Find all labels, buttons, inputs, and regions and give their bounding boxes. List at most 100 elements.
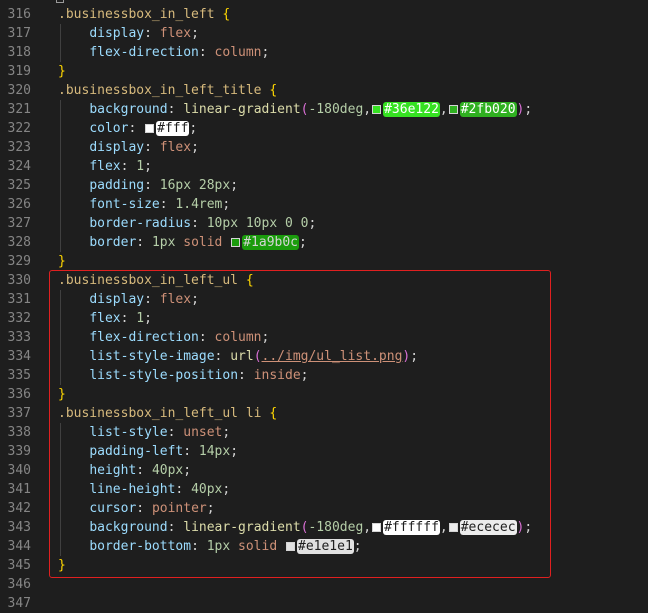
line-number: 329 — [7, 254, 31, 269]
color-swatch-icon[interactable] — [145, 124, 155, 133]
line-number: 340 — [7, 463, 31, 478]
color-swatch-icon[interactable] — [448, 105, 458, 114]
code-line[interactable]: 335 list-style-position: inside; — [0, 366, 648, 385]
token-punct: ; — [353, 539, 362, 554]
code-line[interactable]: 324 flex: 1; — [0, 157, 648, 176]
token-colon: : — [198, 45, 215, 60]
code-line[interactable]: 346 — [0, 575, 648, 594]
token-num: 1px — [151, 235, 176, 250]
code-line[interactable]: 336} — [0, 385, 648, 404]
code-line[interactable]: 342 cursor: pointer; — [0, 499, 648, 518]
token-colon: : — [136, 235, 152, 250]
token-colon: : — [198, 330, 215, 345]
code-line[interactable]: 339 padding-left: 14px; — [0, 442, 648, 461]
color-swatch-icon[interactable] — [231, 238, 241, 247]
token-punct — [58, 178, 89, 193]
code-lines: 316 .businessbox_in_left {317 display: fl… — [0, 5, 648, 613]
code-line[interactable]: 322 color: #fff; — [0, 119, 648, 138]
token-colon: : — [191, 216, 207, 231]
token-link: ../img/ul_list.png — [261, 349, 403, 364]
line-number: 326 — [7, 197, 31, 212]
token-brace: } — [58, 254, 66, 269]
token-prop: font-size — [89, 197, 160, 212]
code-editor[interactable]: 316 .businessbox_in_left {317 display: fl… — [0, 0, 648, 611]
token-punct — [58, 482, 89, 497]
code-line[interactable]: 320 .businessbox_in_left_title { — [0, 81, 648, 100]
code-line[interactable]: 326 font-size: 1.4rem; — [0, 195, 648, 214]
token-punct — [58, 140, 89, 155]
code-line[interactable]: 337 .businessbox_in_left_ul li { — [0, 404, 648, 423]
line-number: 328 — [7, 235, 31, 250]
code-line[interactable]: 344 border-bottom: 1px solid #e1e1e1; — [0, 537, 648, 556]
code-text: } — [58, 385, 66, 404]
color-swatch-icon[interactable] — [372, 105, 382, 114]
color-value: #36e122 — [383, 102, 440, 117]
code-text: height: 40px; — [58, 461, 191, 480]
token-colon: : — [120, 159, 137, 174]
token-prop: line-height — [89, 482, 176, 497]
token-selector: .businessbox_in_left — [58, 7, 215, 22]
color-swatch-icon[interactable] — [372, 523, 382, 532]
token-num: 10px 10px 0 0 — [206, 216, 309, 231]
code-line[interactable]: 319} — [0, 62, 648, 81]
code-line[interactable]: 321 background: linear-gradient(-180deg,… — [0, 100, 648, 119]
token-punct: ; — [206, 501, 215, 516]
code-text: border-bottom: 1px solid #e1e1e1; — [58, 537, 362, 556]
token-selector: .businessbox_in_left_ul li — [58, 406, 262, 421]
token-punct — [58, 501, 89, 516]
token-colon: : — [191, 539, 207, 554]
token-punct — [222, 235, 230, 250]
color-swatch-icon[interactable] — [448, 523, 458, 532]
token-val: unset — [183, 425, 223, 440]
code-line[interactable]: 330 .businessbox_in_left_ul { — [0, 271, 648, 290]
line-number: 347 — [7, 596, 31, 611]
token-fn: linear-gradient — [183, 520, 301, 535]
token-punct: , — [439, 520, 448, 535]
code-text: background: linear-gradient(-180deg, #fff… — [58, 518, 532, 537]
token-brace: { — [245, 273, 254, 288]
code-line[interactable]: 338 list-style: unset; — [0, 423, 648, 442]
code-line[interactable]: 327 border-radius: 10px 10px 0 0; — [0, 214, 648, 233]
token-colon: : — [214, 349, 231, 364]
code-line[interactable]: 341 line-height: 40px; — [0, 480, 648, 499]
code-line[interactable]: 347 — [0, 594, 648, 613]
code-line[interactable]: 340 height: 40px; — [0, 461, 648, 480]
code-line[interactable]: 329} — [0, 252, 648, 271]
token-punct — [58, 444, 89, 459]
token-punct — [230, 539, 238, 554]
code-line[interactable]: 334 list-style-image: url(../img/ul_list… — [0, 347, 648, 366]
code-line[interactable]: 317 display: flex; — [0, 24, 648, 43]
code-line[interactable]: 343 background: linear-gradient(-180deg,… — [0, 518, 648, 537]
code-line[interactable]: 332 flex: 1; — [0, 309, 648, 328]
code-line[interactable]: 323 display: flex; — [0, 138, 648, 157]
token-punct — [58, 197, 89, 212]
line-number: 334 — [7, 349, 31, 364]
token-punct: , — [439, 102, 448, 117]
code-text: .businessbox_in_left_title { — [58, 81, 277, 100]
token-punct: ; — [524, 102, 533, 117]
token-punct — [58, 311, 89, 326]
code-text: flex: 1; — [58, 309, 152, 328]
token-brace: } — [58, 558, 66, 573]
line-number: 343 — [7, 520, 31, 535]
code-line[interactable]: 328 border: 1px solid #1a9b0c; — [0, 233, 648, 252]
token-val: inside — [253, 368, 301, 383]
token-punct: ; — [261, 45, 270, 60]
token-colon: : — [167, 520, 184, 535]
code-text: display: flex; — [58, 290, 199, 309]
token-punct — [58, 121, 89, 136]
token-prop: display — [89, 292, 145, 307]
color-swatch-icon[interactable] — [286, 542, 295, 551]
token-prop: flex-direction — [89, 45, 199, 60]
line-number: 320 — [7, 83, 31, 98]
code-line[interactable]: 333 flex-direction: column; — [0, 328, 648, 347]
code-line[interactable]: 318 flex-direction: column; — [0, 43, 648, 62]
line-number: 342 — [7, 501, 31, 516]
code-line[interactable]: 325 padding: 16px 28px; — [0, 176, 648, 195]
code-line[interactable]: 316 .businessbox_in_left { — [0, 5, 648, 24]
code-line[interactable]: 331 display: flex; — [0, 290, 648, 309]
token-num: 16px 28px — [159, 178, 231, 193]
color-value: #fff — [156, 121, 190, 136]
code-line[interactable]: 345} — [0, 556, 648, 575]
code-text: list-style: unset; — [58, 423, 230, 442]
